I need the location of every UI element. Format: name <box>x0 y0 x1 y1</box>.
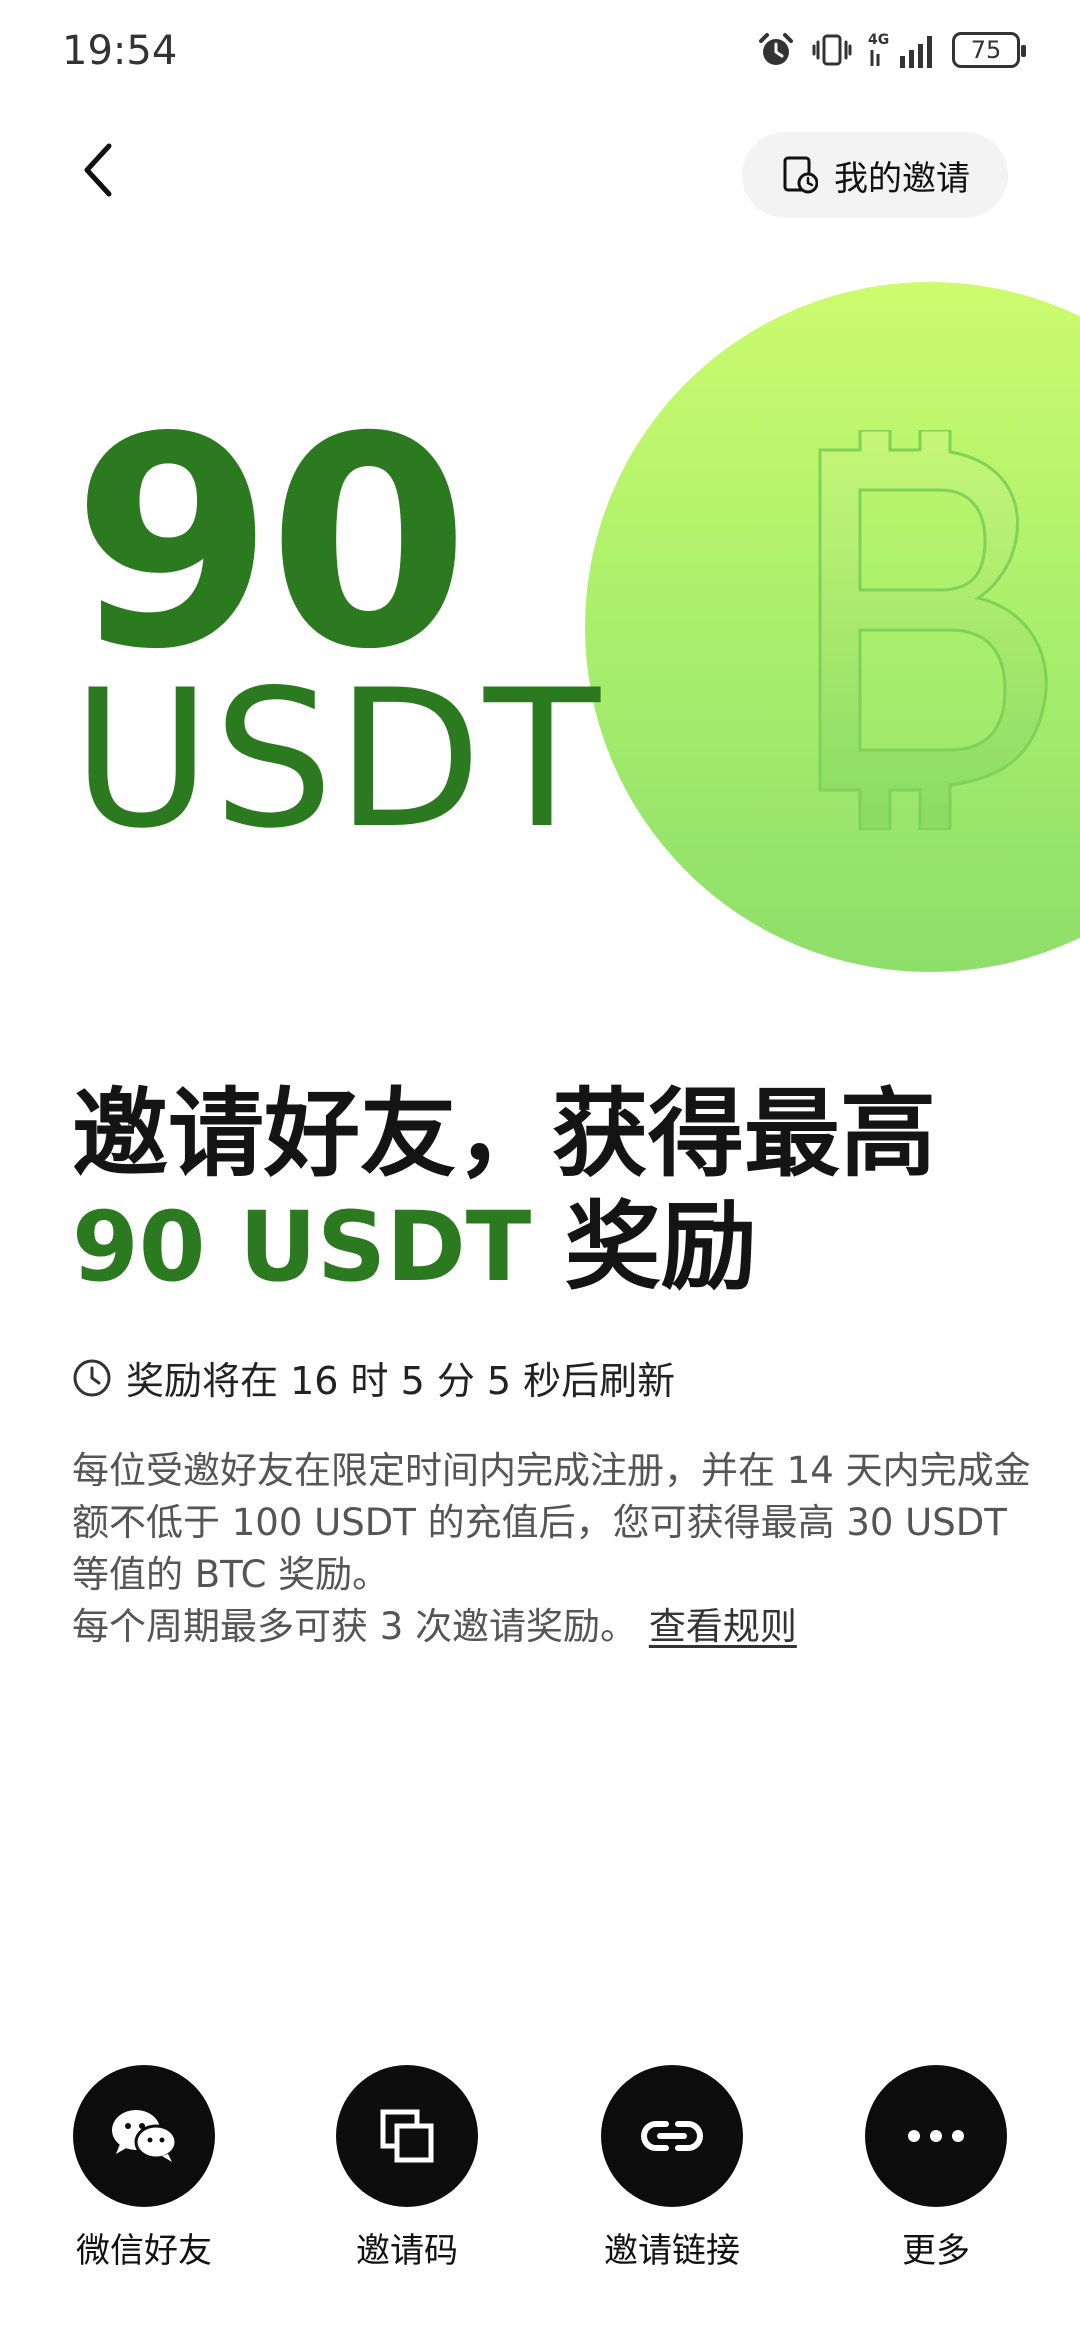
vibrate-icon <box>812 28 852 72</box>
my-invites-button[interactable]: 我的邀请 <box>742 132 1008 218</box>
invite-record-icon <box>783 156 818 194</box>
share-label: 邀请码 <box>356 2231 458 2271</box>
status-icons: 4G 75 <box>756 28 1026 72</box>
share-invite-link-circle <box>601 2065 743 2207</box>
description-limit: 每个周期最多可获 3 次邀请奖励。 查看规则 <box>72 1601 1032 1653</box>
share-more-button[interactable]: 更多 <box>836 2065 1036 2272</box>
hero-amount: 90 <box>72 376 470 713</box>
share-label: 微信好友 <box>76 2231 212 2271</box>
share-wechat-button[interactable]: 微信好友 <box>44 2065 244 2272</box>
share-label: 更多 <box>902 2231 970 2271</box>
link-icon <box>641 2121 703 2151</box>
share-options: 微信好友 邀请码 邀请链接 更多 <box>0 2065 1080 2271</box>
share-invite-link-button[interactable]: 邀请链接 <box>572 2065 772 2272</box>
share-invite-code-button[interactable]: 邀请码 <box>307 2065 507 2272</box>
share-more-circle <box>865 2065 1007 2207</box>
headline: 邀请好友，获得最高 <box>72 1078 936 1190</box>
network-type: 4G <box>868 32 889 48</box>
description-limit-text: 每个周期最多可获 3 次邀请奖励。 <box>72 1605 638 1648</box>
my-invites-label: 我的邀请 <box>834 158 970 199</box>
headline-highlight: 90 USDT <box>72 1191 532 1303</box>
share-label: 邀请链接 <box>604 2231 740 2271</box>
signal-icon: 4G <box>868 28 936 72</box>
reward-description: 每位受邀好友在限定时间内完成注册，并在 14 天内完成金额不低于 100 USD… <box>72 1445 1032 1653</box>
battery-level: 75 <box>970 36 1002 64</box>
bitcoin-icon <box>818 430 1048 830</box>
refresh-countdown: 奖励将在 16 时 5 分 5 秒后刷新 <box>72 1350 675 1405</box>
clock-icon <box>73 1359 111 1396</box>
wechat-icon <box>112 2110 178 2162</box>
countdown-text: 奖励将在 16 时 5 分 5 秒后刷新 <box>126 1359 676 1403</box>
alarm-icon <box>756 28 796 72</box>
more-icon <box>908 2130 964 2142</box>
battery-indicator: 75 <box>952 32 1026 68</box>
invite-page: 19:54 4G 75 我的邀请 90 USDT 邀请好友，获得最高 90 US… <box>0 0 1080 2340</box>
share-invite-code-circle <box>336 2065 478 2207</box>
headline-rest: 奖励 <box>531 1191 757 1303</box>
status-bar: 19:54 4G 75 <box>0 0 1080 100</box>
back-button[interactable] <box>68 135 128 205</box>
view-rules-link[interactable]: 查看规则 <box>649 1605 797 1648</box>
status-time: 19:54 <box>62 28 178 74</box>
copy-icon <box>380 2109 434 2163</box>
hero-currency: USDT <box>72 649 603 870</box>
chevron-left-icon <box>84 143 112 197</box>
share-wechat-circle <box>73 2065 215 2207</box>
headline-line2: 90 USDT 奖励 <box>72 1194 757 1301</box>
description-paragraph: 每位受邀好友在限定时间内完成注册，并在 14 天内完成金额不低于 100 USD… <box>72 1449 1031 1596</box>
